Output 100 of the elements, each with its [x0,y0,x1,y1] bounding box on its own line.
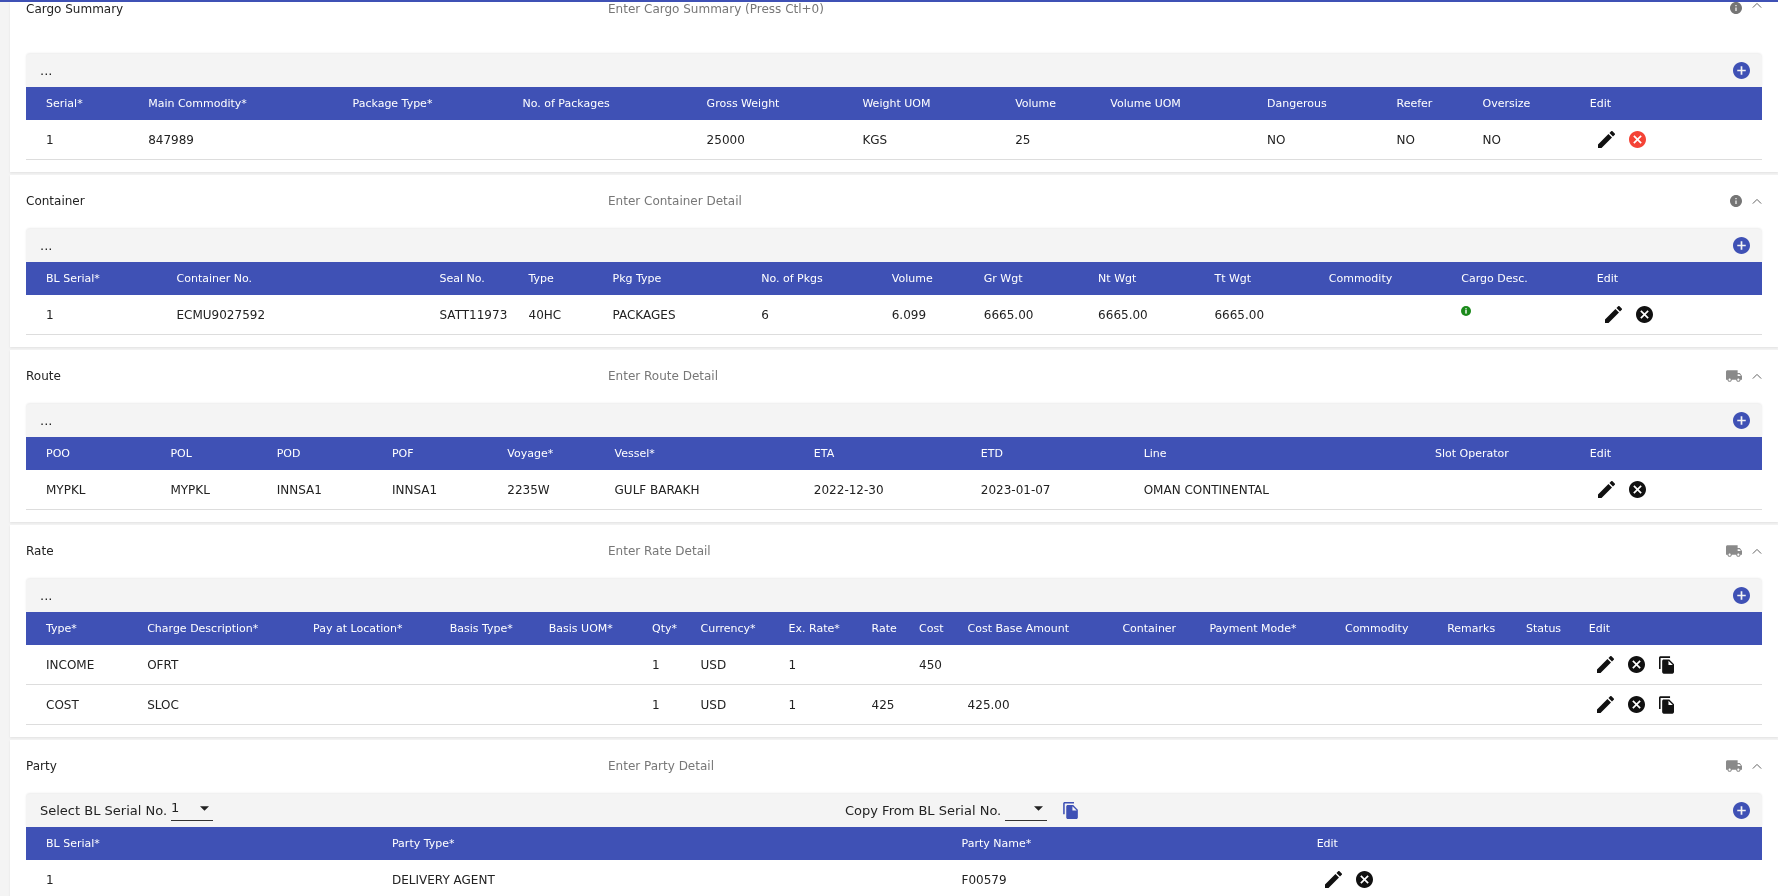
table-cell: 2023-01-07 [980,482,1051,497]
column-header: Commodity [1343,622,1410,635]
detail-input-field[interactable]: Enter Route Detail [608,369,928,383]
table-cell: 6665.00 [983,307,1034,322]
table-cell: USD [700,657,727,672]
column-header: Vessel* [613,447,656,460]
column-header: Cost Base Amount [966,622,1071,635]
column-header: ETD [979,447,1004,460]
column-header: Payment Mode* [1208,622,1298,635]
edit-icon[interactable] [1596,696,1614,713]
column-header: Charge Description* [146,622,260,635]
column-header: Volume [890,272,934,285]
add-icon[interactable] [1733,412,1750,429]
detail-input-field[interactable]: Enter Rate Detail [608,544,928,558]
add-icon[interactable] [1733,587,1750,604]
table-cell: NO [1482,132,1501,147]
table-cell: 1 [46,307,54,322]
table-cell: INNSA1 [276,482,322,497]
copy-icon[interactable] [1658,695,1674,714]
table-cell: MYPKL [170,482,210,497]
column-header: Volume [1014,97,1058,110]
more-menu-button[interactable]: ... [40,238,53,253]
column-header: Remarks [1446,622,1497,635]
table-cell: INNSA1 [392,482,438,497]
copy-icon[interactable] [1063,802,1079,819]
table-cell: USD [700,697,727,712]
column-header: Basis UOM* [547,622,614,635]
detail-input-field[interactable]: Enter Cargo Summary (Press Ctl+0) [608,2,928,16]
column-header: ETA [812,447,836,460]
truck-icon[interactable] [1726,760,1742,772]
column-header: Edit [1595,272,1620,285]
column-header: Container [1121,622,1178,635]
column-header: Serial* [45,97,84,110]
column-header: Gross Weight [705,97,781,110]
truck-icon[interactable] [1726,370,1742,382]
detail-input-field[interactable]: Enter Container Detail [608,194,928,208]
table-cell: 25000 [706,132,745,147]
table-cell: 450 [919,657,942,672]
table-cell: 2235W [507,482,550,497]
table-cell: SATT11973 [439,307,508,322]
column-header: Oversize [1481,97,1532,110]
table-cell: 6.099 [891,307,927,322]
delete-icon[interactable] [1628,481,1646,498]
table-cell: 6665.00 [1214,307,1265,322]
delete-icon[interactable] [1635,306,1653,323]
table-cell: 1 [788,697,797,712]
column-header: Weight UOM [861,97,932,110]
column-header: Dangerous [1266,97,1328,110]
copy-icon[interactable] [1658,655,1674,674]
table-cell: 425.00 [967,697,1010,712]
column-header: Ex. Rate* [787,622,841,635]
column-header: No. of Packages [521,97,611,110]
column-header: BL Serial* [45,837,101,850]
caret-icon [200,806,210,811]
delete-icon[interactable] [1627,696,1645,713]
column-header: Party Name* [960,837,1033,850]
delete-icon[interactable] [1627,656,1645,673]
column-header: Status [1525,622,1563,635]
edit-icon[interactable] [1597,481,1615,498]
table-cell: 847989 [148,132,194,147]
add-icon[interactable] [1733,62,1750,79]
more-menu-button[interactable]: ... [40,413,53,428]
edit-icon[interactable] [1597,131,1615,148]
more-menu-button[interactable]: ... [40,588,53,603]
info-icon[interactable] [1730,2,1742,14]
section-title: Cargo Summary [26,2,125,16]
column-header: No. of Pkgs [760,272,824,285]
column-header: POO [45,447,71,460]
column-header: Tt Wgt [1213,272,1253,285]
truck-icon[interactable] [1726,545,1742,557]
delete-icon[interactable] [1355,871,1373,888]
info-icon[interactable] [1730,195,1742,207]
add-icon[interactable] [1733,237,1750,254]
column-header: Volume UOM [1109,97,1182,110]
edit-icon[interactable] [1324,871,1342,888]
more-menu-button[interactable]: ... [40,63,53,78]
add-icon[interactable] [1733,802,1750,819]
table-cell: GULF BARAKH [614,482,700,497]
info-dot-icon[interactable] [1461,305,1472,316]
detail-input-field[interactable]: Enter Party Detail [608,759,928,773]
table-cell: INCOME [46,657,95,672]
column-header: Reefer [1395,97,1434,110]
serial-select[interactable]: 1 [171,800,214,821]
caret-icon [1034,806,1044,811]
table-cell: 1 [788,657,797,672]
column-header: Main Commodity* [147,97,248,110]
column-header: Edit [1587,622,1612,635]
edit-icon[interactable] [1596,656,1614,673]
column-header: Seal No. [438,272,486,285]
column-header: Package Type* [351,97,434,110]
table-cell: 1 [46,872,54,887]
edit-icon[interactable] [1604,306,1622,323]
column-header: Gr Wgt [982,272,1024,285]
table-cell: 6665.00 [1098,307,1148,322]
table-cell: OFRT [147,657,179,672]
section-title: Container [26,194,86,208]
table-cell: 40HC [528,307,562,322]
serial-select-label: Select BL Serial No. [40,803,168,818]
column-header: Type [527,272,555,285]
column-header: Cost [918,622,945,635]
